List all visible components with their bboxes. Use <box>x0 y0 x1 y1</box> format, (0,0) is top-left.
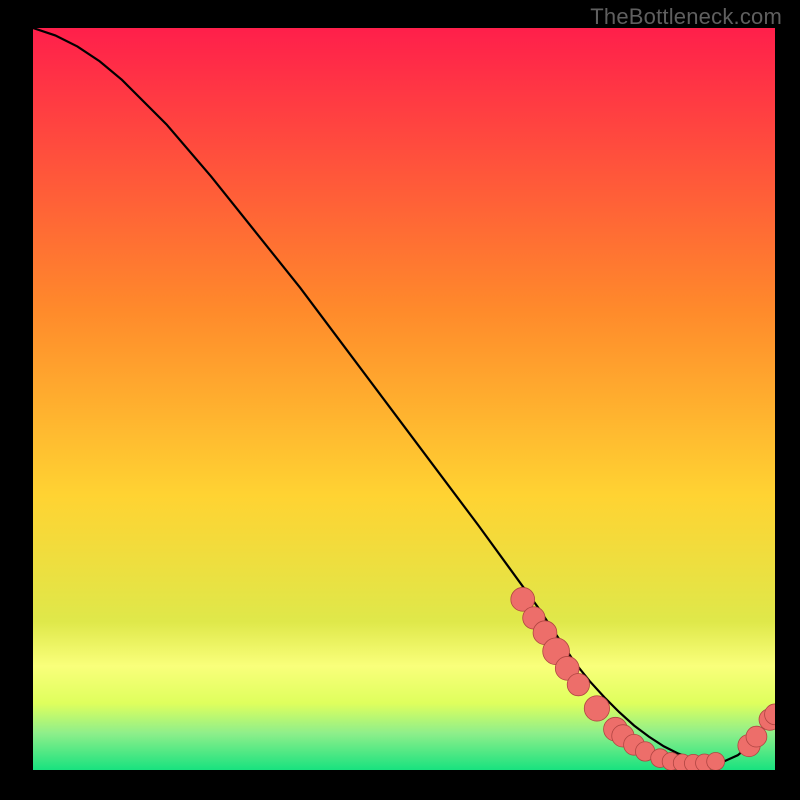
plot-area <box>33 28 775 770</box>
chart-frame: TheBottleneck.com <box>0 0 800 800</box>
curve-marker <box>746 726 767 747</box>
curve-marker <box>707 753 725 770</box>
curve-marker <box>567 674 589 696</box>
chart-svg <box>33 28 775 770</box>
gradient-background <box>33 28 775 770</box>
watermark-text: TheBottleneck.com <box>590 4 782 30</box>
curve-marker <box>584 696 609 721</box>
